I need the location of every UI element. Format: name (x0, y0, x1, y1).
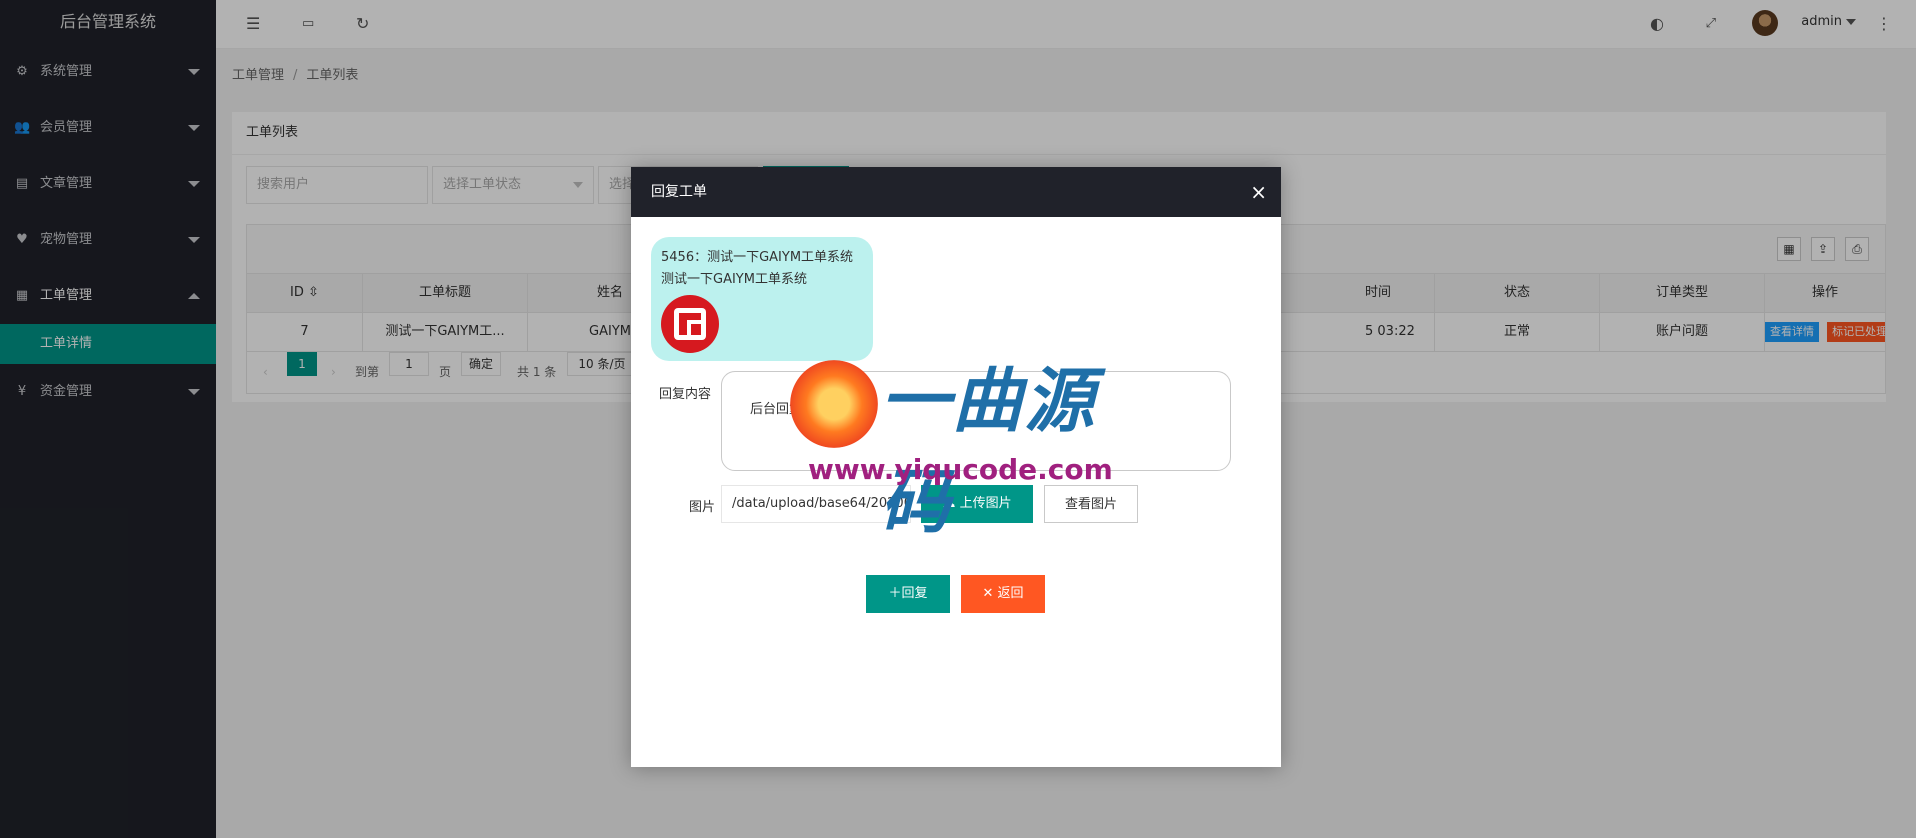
close-icon: ✕ (982, 586, 994, 601)
watermark-brand: 一曲源码 (880, 360, 1096, 543)
modal-title: 回复工单 (651, 184, 707, 200)
message-line: 5456：测试一下GAIYM工单系统 (661, 250, 854, 265)
ticket-message-bubble: 5456：测试一下GAIYM工单系统 测试一下GAIYM工单系统 (651, 237, 873, 361)
watermark-url: www.yiqucode.com (808, 453, 1113, 486)
attachment-image[interactable] (661, 295, 719, 353)
image-label: 图片 (689, 500, 716, 515)
reply-submit-button[interactable]: ＋回复 (866, 575, 950, 613)
watermark: 一曲源码 www.yiqucode.com (790, 345, 1130, 543)
back-button[interactable]: ✕ 返回 (961, 575, 1045, 613)
modal-header: 回复工单 × (631, 167, 1281, 217)
g-logo-icon (674, 308, 706, 340)
message-line: 测试一下GAIYM工单系统 (661, 272, 807, 287)
sun-logo-icon (790, 360, 878, 448)
reply-content-label: 回复内容 (659, 387, 712, 402)
plus-icon: ＋ (888, 586, 902, 601)
close-icon[interactable]: × (1250, 167, 1267, 217)
